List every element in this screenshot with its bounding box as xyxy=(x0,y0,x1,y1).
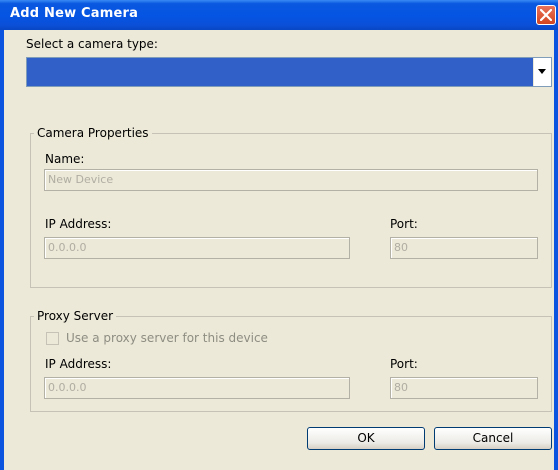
name-label: Name: xyxy=(45,152,85,166)
use-proxy-label: Use a proxy server for this device xyxy=(66,331,268,345)
name-field[interactable]: New Device xyxy=(44,169,538,191)
ip-address-field[interactable]: 0.0.0.0 xyxy=(44,237,350,259)
port-field[interactable]: 80 xyxy=(390,237,538,259)
ip-address-label: IP Address: xyxy=(45,217,112,231)
proxy-ip-address-label: IP Address: xyxy=(45,357,112,371)
close-button[interactable] xyxy=(536,5,556,25)
window-title: Add New Camera xyxy=(10,6,139,21)
cancel-button[interactable]: Cancel xyxy=(434,427,552,450)
camera-type-label: Select a camera type: xyxy=(26,37,158,51)
ok-button[interactable]: OK xyxy=(307,427,425,450)
proxy-ip-address-field[interactable]: 0.0.0.0 xyxy=(44,377,350,399)
proxy-port-label: Port: xyxy=(390,357,418,371)
dropdown-button[interactable] xyxy=(533,58,551,86)
camera-properties-group xyxy=(30,133,552,288)
camera-properties-legend: Camera Properties xyxy=(34,126,152,140)
camera-type-select[interactable] xyxy=(26,57,552,87)
proxy-server-legend: Proxy Server xyxy=(34,309,117,323)
port-label: Port: xyxy=(390,217,418,231)
title-bar[interactable]: Add New Camera xyxy=(0,0,558,30)
use-proxy-checkbox[interactable] xyxy=(46,332,59,345)
proxy-port-field[interactable]: 80 xyxy=(390,377,538,399)
